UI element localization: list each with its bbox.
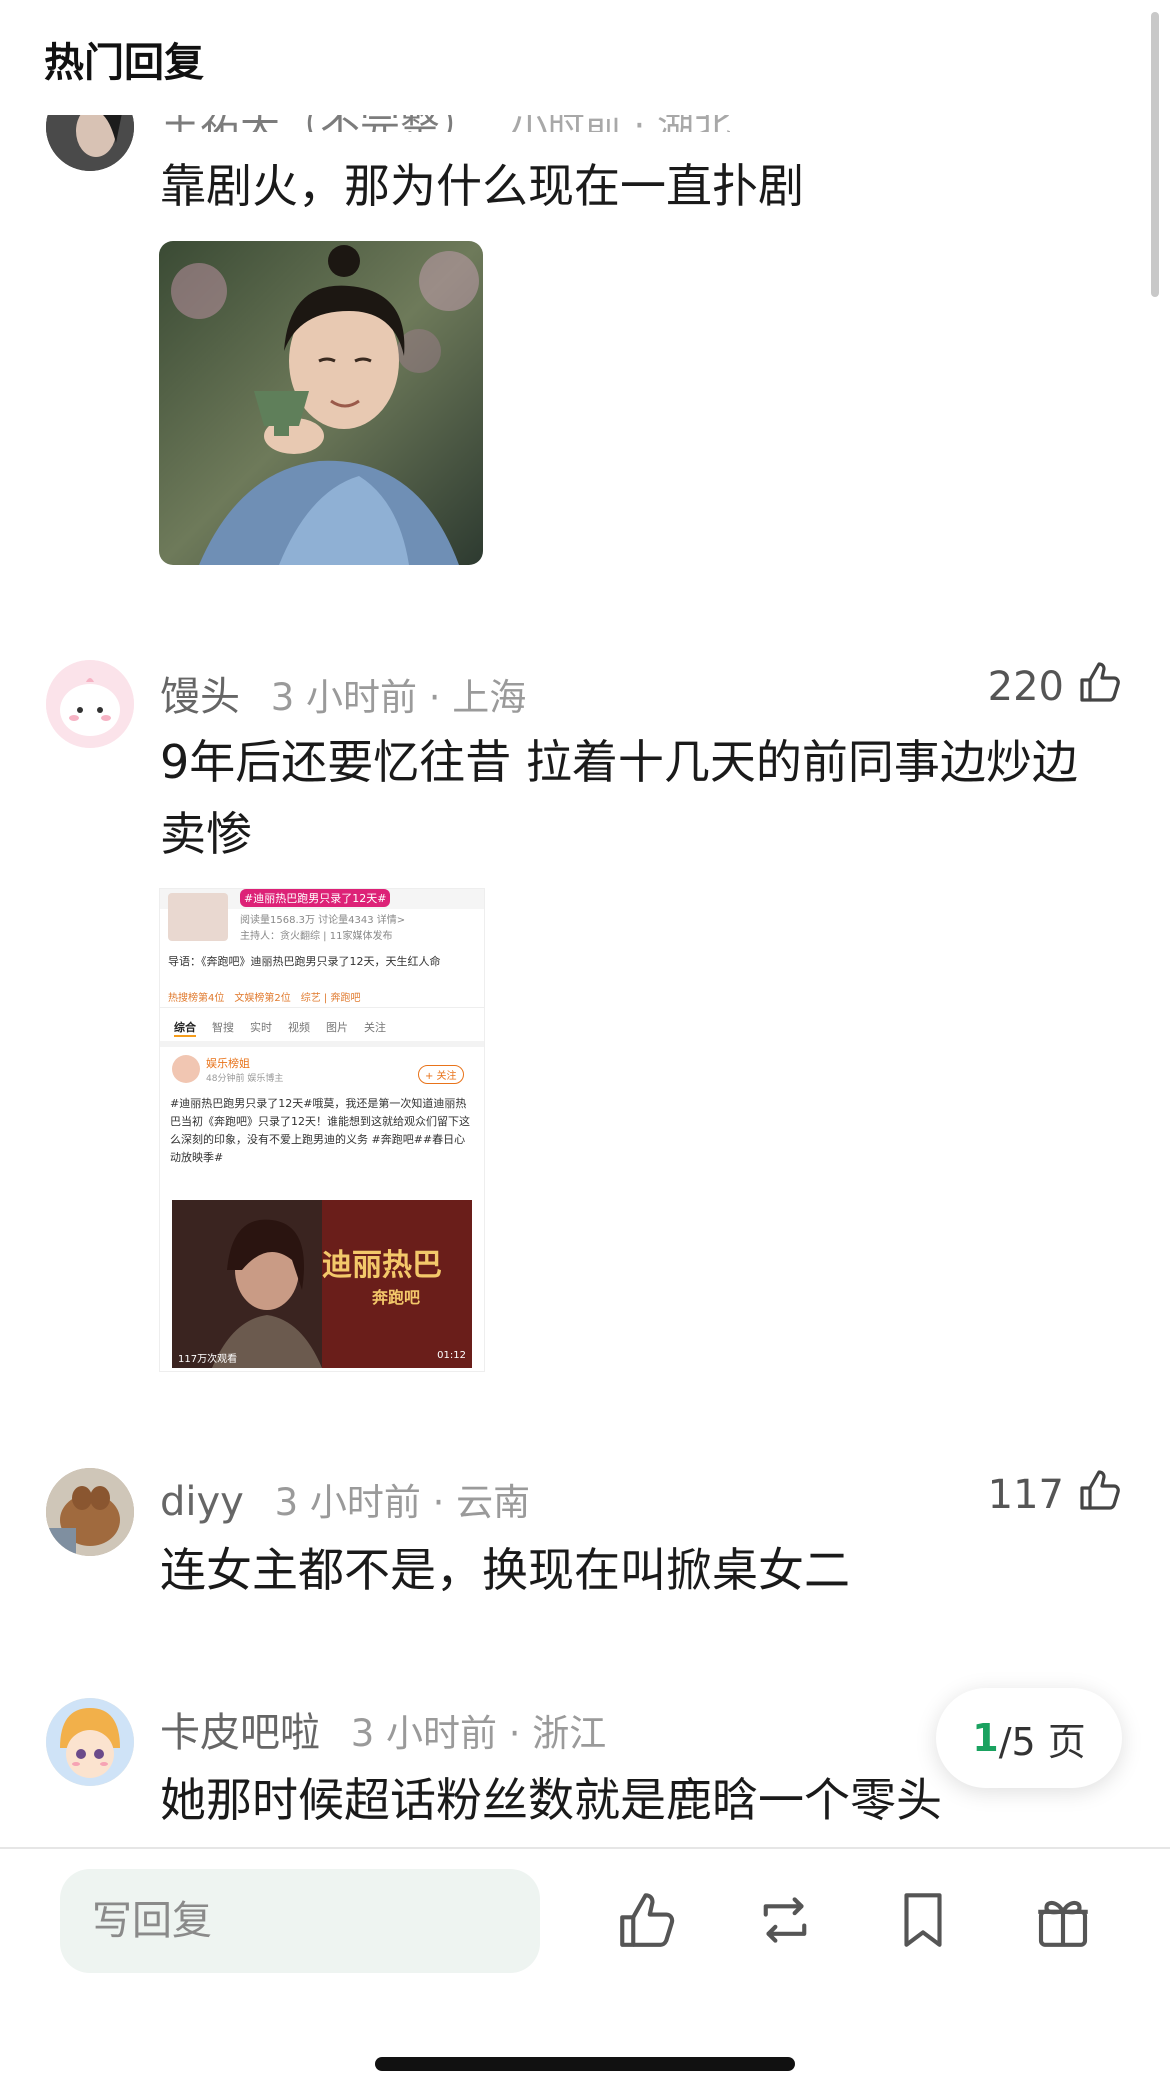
like-button[interactable]: 220 (988, 658, 1124, 716)
poster-name: 娱乐榜姐 (206, 1057, 250, 1070)
comment-meta: diyy 3 小时前 · 云南 (160, 1472, 530, 1526)
home-indicator[interactable] (375, 2057, 795, 2071)
bottom-toolbar: 写回复 (0, 1849, 1170, 2097)
thumb-up-icon (1076, 1466, 1124, 1524)
avatar (172, 1055, 200, 1083)
comment-author[interactable]: diyy (160, 1479, 244, 1525)
topic-stats: 阅读量1568.3万 讨论量4343 详情> (240, 915, 406, 926)
follow-button: + 关注 (418, 1065, 464, 1084)
video-views: 117万次观看 (178, 1354, 238, 1365)
video-subtitle: 奔跑吧 (372, 1288, 421, 1307)
bookmark-icon[interactable] (890, 1887, 956, 1953)
comment-meta: 卡皮吧啦 3 小时前 · 浙江 (160, 1700, 606, 1758)
comment-text: 9年后还要忆往昔 拉着十几天的前同事边炒边卖惨 (160, 735, 1078, 861)
comment-meta: 馒头 3 小时前 · 上海 (160, 664, 526, 722)
comment-time: 3 小时前 · 浙江 (350, 1712, 607, 1755)
thumb-up-icon[interactable] (614, 1887, 680, 1953)
topic-intro: 导语：《奔跑吧》迪丽热巴跑男只录了12天，天生红人命 (168, 955, 441, 968)
reply-input[interactable]: 写回复 (60, 1869, 540, 1973)
comment-author[interactable]: 卡皮吧啦 (160, 1710, 320, 1756)
like-count: 117 (987, 1472, 1064, 1518)
post-text: #迪丽热巴跑男只录了12天#哦莫，我还是第一次知道迪丽热巴当初《奔跑吧》只录了1… (170, 1097, 470, 1164)
topic-thumbnail-icon (168, 893, 228, 941)
like-button[interactable]: 117 (988, 1466, 1124, 1524)
tab: 智搜 (212, 1021, 234, 1034)
comment-time: 3 小时前 · 云南 (274, 1481, 531, 1524)
tab: 视频 (288, 1021, 310, 1034)
current-page: 1 (972, 1716, 999, 1760)
total-pages: /5 页 (998, 1719, 1086, 1764)
poster-meta: 48分钟前 娱乐博主 (206, 1074, 284, 1084)
comment-author[interactable]: 馒头 (160, 674, 240, 720)
gift-icon[interactable] (1030, 1887, 1096, 1953)
tab: 关注 (364, 1021, 386, 1034)
like-count: 220 (987, 664, 1064, 710)
video-thumbnail: 迪丽热巴 奔跑吧 117万次观看 01:12 (172, 1200, 472, 1368)
avatar[interactable] (46, 660, 134, 748)
tag: 文娱榜第2位 (234, 993, 291, 1004)
comment-time: 3 小时前 · 上海 (270, 676, 527, 719)
topic-title: #迪丽热巴跑男只录了12天# (240, 889, 391, 907)
comment-image[interactable]: #迪丽热巴跑男只录了12天# 阅读量1568.3万 讨论量4343 详情> 主持… (159, 888, 485, 1372)
scrollbar[interactable] (1151, 12, 1159, 297)
repost-icon[interactable] (752, 1887, 818, 1953)
page-title: 热门回复 (44, 40, 204, 86)
topic-host: 主持人：贪火翻综 | 11家媒体发布 (240, 931, 393, 942)
avatar[interactable] (46, 1698, 134, 1786)
comment-text: 靠剧火，那为什么现在一直扑剧 (160, 159, 804, 213)
comment-image[interactable] (159, 241, 483, 565)
video-duration: 01:12 (437, 1350, 466, 1361)
header: 热门回复 (0, 0, 1170, 115)
page-indicator[interactable]: 1 /5 页 (936, 1688, 1122, 1788)
avatar[interactable] (46, 1468, 134, 1556)
tab: 图片 (326, 1021, 348, 1034)
video-title: 迪丽热巴 (322, 1248, 442, 1283)
tab: 实时 (250, 1021, 272, 1034)
comment-text: 连女主都不是，换现在叫掀桌女二 (160, 1543, 850, 1597)
thumb-up-icon (1076, 658, 1124, 716)
tag: 热搜榜第4位 (168, 993, 225, 1004)
tab: 综合 (174, 1019, 196, 1037)
tag: 综艺 | 奔跑吧 (300, 993, 361, 1004)
